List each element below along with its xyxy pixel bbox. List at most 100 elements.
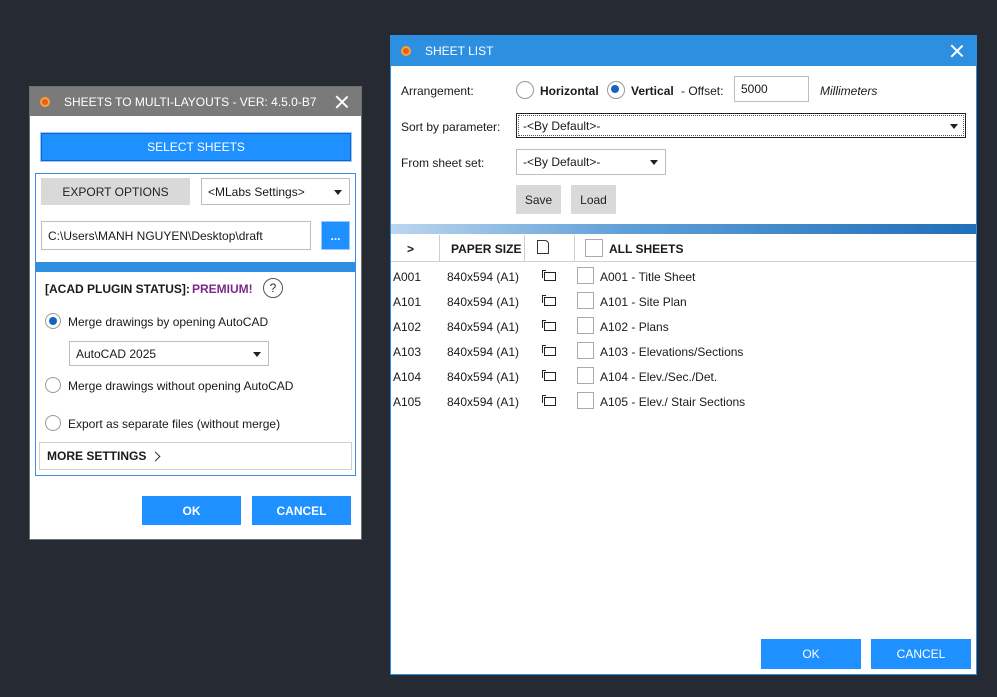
chevron-down-icon <box>334 189 342 195</box>
column-divider <box>524 235 525 261</box>
left-dialog-titlebar: SHEETS TO MULTI-LAYOUTS - VER: 4.5.0-B7 <box>30 87 361 116</box>
save-button[interactable]: Save <box>516 185 561 214</box>
settings-select[interactable]: <MLabs Settings> <box>201 178 350 205</box>
table-row[interactable]: A102 840x594 (A1) A102 - Plans <box>391 314 976 339</box>
vertical-radio[interactable] <box>607 81 625 99</box>
vertical-label[interactable]: Vertical <box>631 84 674 98</box>
sheet-number: A001 <box>393 270 422 284</box>
sheet-name: A104 - Elev./Sec./Det. <box>600 370 718 384</box>
paper-size-column-header[interactable]: PAPER SIZE <box>451 242 521 256</box>
close-icon[interactable] <box>950 44 964 58</box>
plugin-status-label: [ACAD PLUGIN STATUS]: <box>45 282 190 296</box>
paper-size-cell: 840x594 (A1) <box>447 320 520 334</box>
chevron-down-icon <box>650 160 658 165</box>
sheet-number: A102 <box>393 320 422 334</box>
expand-column-header[interactable]: > <box>407 242 414 256</box>
app-logo-icon <box>401 46 411 56</box>
merge-no-open-radio[interactable] <box>45 377 61 393</box>
table-row[interactable]: A103 840x594 (A1) A103 - Elevations/Sect… <box>391 339 976 364</box>
output-path-input[interactable]: C:\Users\MANH NGUYEN\Desktop\draft <box>41 221 311 250</box>
autocad-version-select[interactable]: AutoCAD 2025 <box>69 341 269 366</box>
left-ok-button[interactable]: OK <box>142 496 241 525</box>
sheet-name: A101 - Site Plan <box>600 295 687 309</box>
all-sheets-column-header: ALL SHEETS <box>609 242 684 256</box>
load-button[interactable]: Load <box>571 185 616 214</box>
help-icon-glyph: ? <box>269 281 277 295</box>
sheet-checkbox[interactable] <box>577 367 594 384</box>
right-dialog-titlebar: SHEET LIST <box>391 36 976 66</box>
sheet-name: A102 - Plans <box>600 320 669 334</box>
horizontal-label[interactable]: Horizontal <box>540 84 599 98</box>
chevron-right-icon <box>150 451 161 461</box>
sheet-name: A105 - Elev./ Stair Sections <box>600 395 746 409</box>
plugin-status-badge: PREMIUM! <box>192 282 253 296</box>
horizontal-radio[interactable] <box>516 81 534 99</box>
sheet-icon <box>542 320 556 331</box>
sheet-checkbox[interactable] <box>577 392 594 409</box>
table-row[interactable]: A001 840x594 (A1) A001 - Title Sheet <box>391 264 976 289</box>
sheet-number: A101 <box>393 295 422 309</box>
export-options-button[interactable]: EXPORT OPTIONS <box>41 178 190 205</box>
sort-by-label: Sort by parameter: <box>401 120 501 134</box>
select-sheets-button[interactable]: SELECT SHEETS <box>41 133 351 161</box>
sheet-number: A104 <box>393 370 422 384</box>
sheet-set-value: -<By Default>- <box>523 155 601 169</box>
sheets-to-multilayouts-dialog: SHEETS TO MULTI-LAYOUTS - VER: 4.5.0-B7 … <box>29 86 362 540</box>
close-icon[interactable] <box>335 95 349 109</box>
paper-size-cell: 840x594 (A1) <box>447 270 520 284</box>
merge-no-open-label[interactable]: Merge drawings without opening AutoCAD <box>68 379 293 393</box>
sheet-icon <box>542 395 556 406</box>
sheet-number: A105 <box>393 395 422 409</box>
app-logo-icon <box>40 96 50 107</box>
paper-size-cell: 840x594 (A1) <box>447 295 520 309</box>
paper-size-cell: 840x594 (A1) <box>447 395 520 409</box>
sheet-orientation-icon[interactable] <box>537 240 549 254</box>
autocad-version-value: AutoCAD 2025 <box>76 346 157 361</box>
chevron-down-icon <box>253 351 261 357</box>
output-path-value: C:\Users\MANH NGUYEN\Desktop\draft <box>48 228 263 243</box>
sheet-icon <box>542 370 556 381</box>
sheet-set-select[interactable]: -<By Default>- <box>516 149 666 175</box>
sort-by-select[interactable]: -<By Default>- <box>516 113 966 138</box>
export-separate-radio[interactable] <box>45 415 61 431</box>
offset-unit-label: Millimeters <box>820 84 878 98</box>
export-separate-label[interactable]: Export as separate files (without merge) <box>68 417 280 431</box>
offset-label: - Offset: <box>681 84 724 98</box>
table-row[interactable]: A104 840x594 (A1) A104 - Elev./Sec./Det. <box>391 364 976 389</box>
section-divider-bar <box>36 262 355 272</box>
left-cancel-button[interactable]: CANCEL <box>252 496 351 525</box>
arrangement-label: Arrangement: <box>401 84 474 98</box>
merge-open-autocad-label[interactable]: Merge drawings by opening AutoCAD <box>68 315 268 329</box>
sheet-icon <box>542 270 556 281</box>
browse-button[interactable]: ... <box>321 221 350 250</box>
all-sheets-checkbox[interactable] <box>585 239 603 257</box>
help-icon[interactable]: ? <box>263 278 283 298</box>
sheet-number: A103 <box>393 345 422 359</box>
settings-select-value: <MLabs Settings> <box>208 184 305 199</box>
sort-by-value: -<By Default>- <box>523 118 601 133</box>
sheet-checkbox[interactable] <box>577 267 594 284</box>
column-divider <box>574 235 575 261</box>
sheet-checkbox[interactable] <box>577 292 594 309</box>
chevron-down-icon <box>950 123 958 129</box>
sheet-name: A103 - Elevations/Sections <box>600 345 744 359</box>
sheet-checkbox[interactable] <box>577 342 594 359</box>
table-row[interactable]: A101 840x594 (A1) A101 - Site Plan <box>391 289 976 314</box>
sheet-icon <box>542 295 556 306</box>
sheet-table-header: > PAPER SIZE ALL SHEETS <box>391 235 976 262</box>
sheet-checkbox[interactable] <box>577 317 594 334</box>
offset-value: 5000 <box>741 82 768 96</box>
right-dialog-title: SHEET LIST <box>425 44 494 58</box>
paper-size-cell: 840x594 (A1) <box>447 370 520 384</box>
table-top-bar <box>391 224 976 234</box>
right-cancel-button[interactable]: CANCEL <box>871 639 971 669</box>
more-settings-expander[interactable]: MORE SETTINGS <box>39 442 352 470</box>
right-ok-button[interactable]: OK <box>761 639 861 669</box>
sheet-icon <box>542 345 556 356</box>
merge-open-autocad-radio[interactable] <box>45 313 61 329</box>
offset-input[interactable]: 5000 <box>734 76 809 102</box>
more-settings-label: MORE SETTINGS <box>47 449 147 463</box>
column-divider <box>439 235 440 261</box>
table-row[interactable]: A105 840x594 (A1) A105 - Elev./ Stair Se… <box>391 389 976 414</box>
paper-size-cell: 840x594 (A1) <box>447 345 520 359</box>
